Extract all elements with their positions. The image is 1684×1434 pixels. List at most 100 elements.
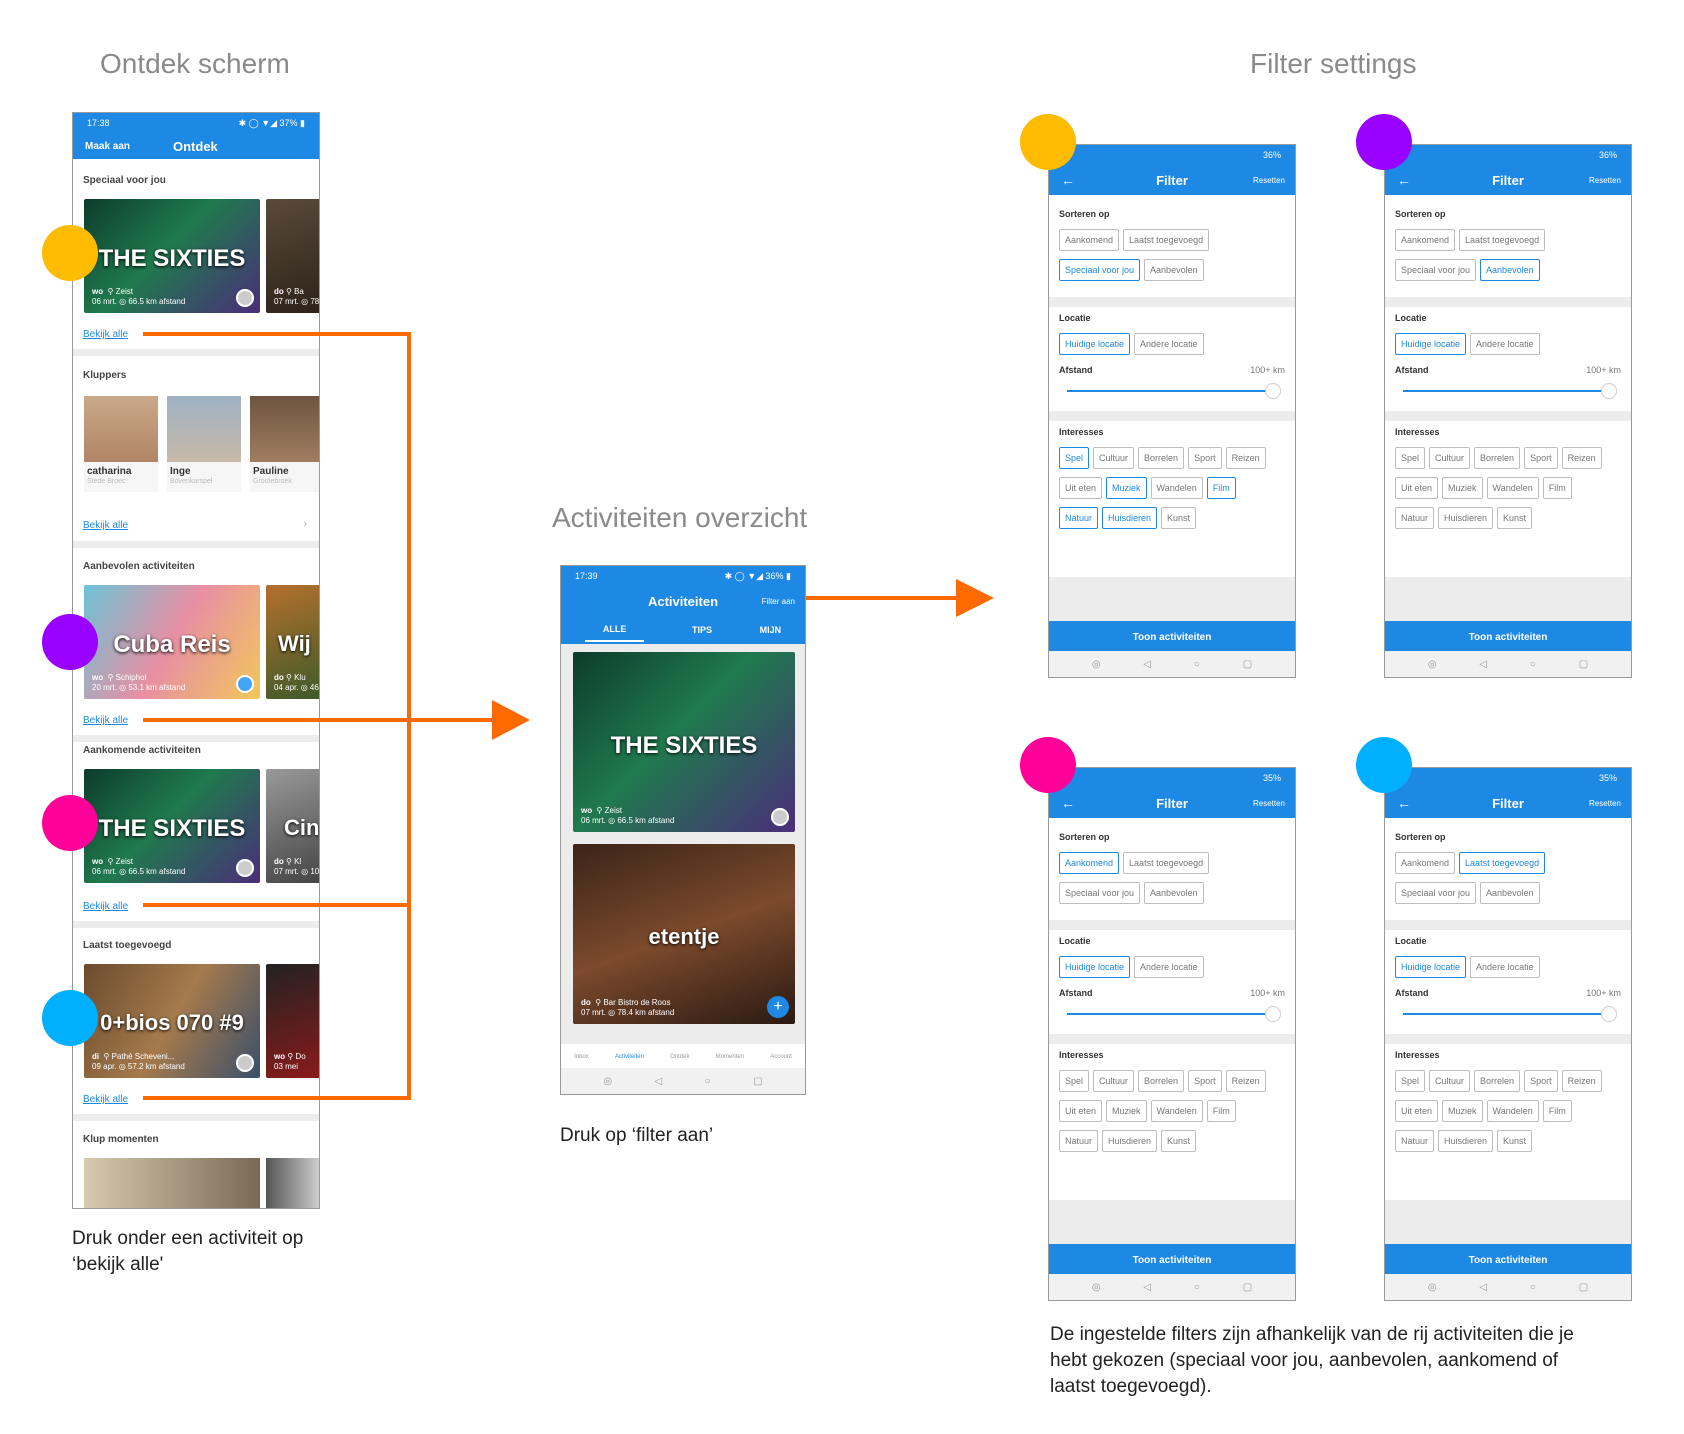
interesse-chip[interactable]: Wandelen (1486, 477, 1539, 499)
interesse-chip[interactable]: Borrelen (1138, 447, 1185, 469)
interesse-chip[interactable]: Uit eten (1395, 1100, 1439, 1122)
slider-thumb[interactable] (1265, 383, 1281, 399)
home-icon[interactable]: ○ (1530, 1282, 1536, 1293)
recents-icon[interactable]: ▢ (1243, 659, 1252, 670)
interesse-chip[interactable]: Sport (1188, 447, 1222, 469)
locatie-chip[interactable]: Andere locatie (1470, 956, 1540, 978)
klupper-card[interactable]: Pauline Grootebroek (250, 396, 319, 492)
back-icon[interactable]: ◁ (1479, 659, 1487, 670)
sort-chip[interactable]: Laatst toegevoegd (1123, 852, 1210, 874)
interesse-chip[interactable]: Film (1206, 1100, 1236, 1122)
nav-inbox[interactable]: Inbox (574, 1054, 589, 1060)
afstand-slider[interactable] (1395, 998, 1621, 1028)
locatie-chip[interactable]: Andere locatie (1134, 333, 1204, 355)
interesse-chip[interactable]: Wandelen (1150, 1100, 1203, 1122)
circle-icon[interactable]: ◎ (1092, 1282, 1101, 1293)
interesse-chip[interactable]: Huisdieren (1438, 1130, 1494, 1152)
interesse-chip[interactable]: Sport (1188, 1070, 1222, 1092)
nav-momenten[interactable]: Momenten (716, 1054, 744, 1060)
back-icon[interactable]: ◁ (1479, 1282, 1487, 1293)
interesse-chip[interactable]: Kunst (1161, 1130, 1197, 1152)
toon-activiteiten-button[interactable]: Toon activiteiten (1049, 1244, 1295, 1276)
card-peek-cin[interactable]: Cin do ⚲ Kl 07 mrt. ◎ 10 (266, 769, 319, 883)
card-peek-sixties[interactable]: do ⚲ Ba 07 mrt. ◎ 78 (266, 199, 319, 313)
locatie-chip[interactable]: Andere locatie (1470, 333, 1540, 355)
interesse-chip[interactable]: Muziek (1442, 1100, 1483, 1122)
interesse-chip[interactable]: Huisdieren (1102, 1130, 1158, 1152)
interesse-chip[interactable]: Huisdieren (1102, 507, 1158, 529)
interesse-chip[interactable]: Natuur (1059, 507, 1099, 529)
toon-activiteiten-button[interactable]: Toon activiteiten (1385, 1244, 1631, 1276)
home-icon[interactable]: ○ (1194, 1282, 1200, 1293)
card-the-sixties-aankomend[interactable]: THE SIXTIES wo ⚲ Zeist 06 mrt. ◎ 66.5 km … (84, 769, 260, 883)
interesse-chip[interactable]: Wandelen (1150, 477, 1203, 499)
interesse-chip[interactable]: Cultuur (1093, 1070, 1135, 1092)
home-icon[interactable]: ○ (1530, 659, 1536, 670)
sort-chip[interactable]: Aankomend (1395, 852, 1456, 874)
interesse-chip[interactable]: Natuur (1059, 1130, 1099, 1152)
interesse-chip[interactable]: Sport (1524, 1070, 1558, 1092)
interesse-chip[interactable]: Reizen (1225, 447, 1266, 469)
interesse-chip[interactable]: Huisdieren (1438, 507, 1494, 529)
circle-icon[interactable]: ◎ (1428, 1282, 1437, 1293)
afstand-slider[interactable] (1059, 375, 1285, 405)
interesse-chip[interactable]: Borrelen (1474, 447, 1521, 469)
resetten-button[interactable]: Resetten (1589, 176, 1621, 185)
interesse-chip[interactable]: Kunst (1497, 1130, 1533, 1152)
interesse-chip[interactable]: Kunst (1161, 507, 1197, 529)
resetten-button[interactable]: Resetten (1589, 799, 1621, 808)
interesse-chip[interactable]: Borrelen (1138, 1070, 1185, 1092)
home-icon[interactable]: ○ (705, 1076, 711, 1087)
filter-aan-button[interactable]: Filter aan (762, 597, 795, 606)
bekijk-alle-aanbevolen[interactable]: Bekijk alle (83, 715, 128, 726)
activity-card[interactable]: THE SIXTIES wo ⚲ Zeist 06 mrt. ◎ 66.5 km … (573, 652, 795, 832)
interesse-chip[interactable]: Film (1206, 477, 1236, 499)
locatie-chip[interactable]: Andere locatie (1134, 956, 1204, 978)
interesse-chip[interactable]: Film (1542, 1100, 1572, 1122)
card-the-sixties[interactable]: THE SIXTIES wo ⚲ Zeist 06 mrt. ◎ 66.5 km … (84, 199, 260, 313)
sort-chip[interactable]: Laatst toegevoegd (1123, 229, 1210, 251)
recents-icon[interactable]: ▢ (1579, 1282, 1588, 1293)
bekijk-alle-speciaal[interactable]: Bekijk alle (83, 329, 128, 340)
bekijk-alle-laatst[interactable]: Bekijk alle (83, 1094, 128, 1105)
sort-chip[interactable]: Laatst toegevoegd (1459, 229, 1546, 251)
sort-chip[interactable]: Speciaal voor jou (1395, 259, 1477, 281)
klupper-card[interactable]: Inge Bovenkarspel (167, 396, 241, 492)
slider-thumb[interactable] (1601, 1006, 1617, 1022)
card-cuba-reis[interactable]: Cuba Reis wo ⚲ Schiphol 20 mrt. ◎ 53.1 km… (84, 585, 260, 699)
interesse-chip[interactable]: Kunst (1497, 507, 1533, 529)
afstand-slider[interactable] (1059, 998, 1285, 1028)
interesse-chip[interactable]: Spel (1059, 1070, 1090, 1092)
interesse-chip[interactable]: Spel (1395, 447, 1426, 469)
interesse-chip[interactable]: Cultuur (1429, 1070, 1471, 1092)
slider-thumb[interactable] (1601, 383, 1617, 399)
card-peek-wij[interactable]: Wij do ⚲ Klu 04 apr. ◎ 46 (266, 585, 319, 699)
tab-alle[interactable]: ALLE (584, 618, 645, 642)
sort-chip[interactable]: Laatst toegevoegd (1459, 852, 1546, 874)
sort-chip[interactable]: Aanbevolen (1144, 882, 1204, 904)
back-icon[interactable]: ◁ (1143, 659, 1151, 670)
card-peek-bios[interactable]: wo ⚲ Do 03 mei (266, 964, 319, 1078)
sort-chip[interactable]: Aanbevolen (1480, 882, 1540, 904)
toon-activiteiten-button[interactable]: Toon activiteiten (1385, 621, 1631, 653)
locatie-chip[interactable]: Huidige locatie (1395, 333, 1467, 355)
slider-thumb[interactable] (1265, 1006, 1281, 1022)
locatie-chip[interactable]: Huidige locatie (1059, 956, 1131, 978)
moment-photo[interactable] (266, 1158, 319, 1208)
interesse-chip[interactable]: Reizen (1225, 1070, 1266, 1092)
interesse-chip[interactable]: Natuur (1395, 507, 1435, 529)
interesse-chip[interactable]: Spel (1395, 1070, 1426, 1092)
moment-photo[interactable] (84, 1158, 260, 1208)
interesse-chip[interactable]: Muziek (1106, 477, 1147, 499)
nav-activiteiten[interactable]: Activiteiten (615, 1054, 644, 1060)
circle-icon[interactable]: ◎ (1428, 659, 1437, 670)
add-fab-button[interactable]: + (767, 996, 789, 1018)
sort-chip[interactable]: Aankomend (1059, 229, 1120, 251)
interesse-chip[interactable]: Muziek (1442, 477, 1483, 499)
interesse-chip[interactable]: Film (1542, 477, 1572, 499)
recents-icon[interactable]: ▢ (1579, 659, 1588, 670)
bekijk-alle-kluppers[interactable]: Bekijk alle (83, 520, 128, 531)
afstand-slider[interactable] (1395, 375, 1621, 405)
nav-account[interactable]: Account (770, 1054, 792, 1060)
recents-icon[interactable]: ▢ (1243, 1282, 1252, 1293)
